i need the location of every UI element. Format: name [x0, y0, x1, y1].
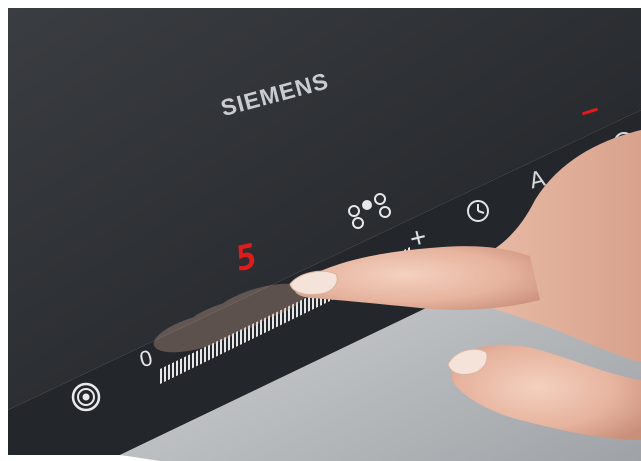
power-level-display: 5: [234, 235, 258, 281]
